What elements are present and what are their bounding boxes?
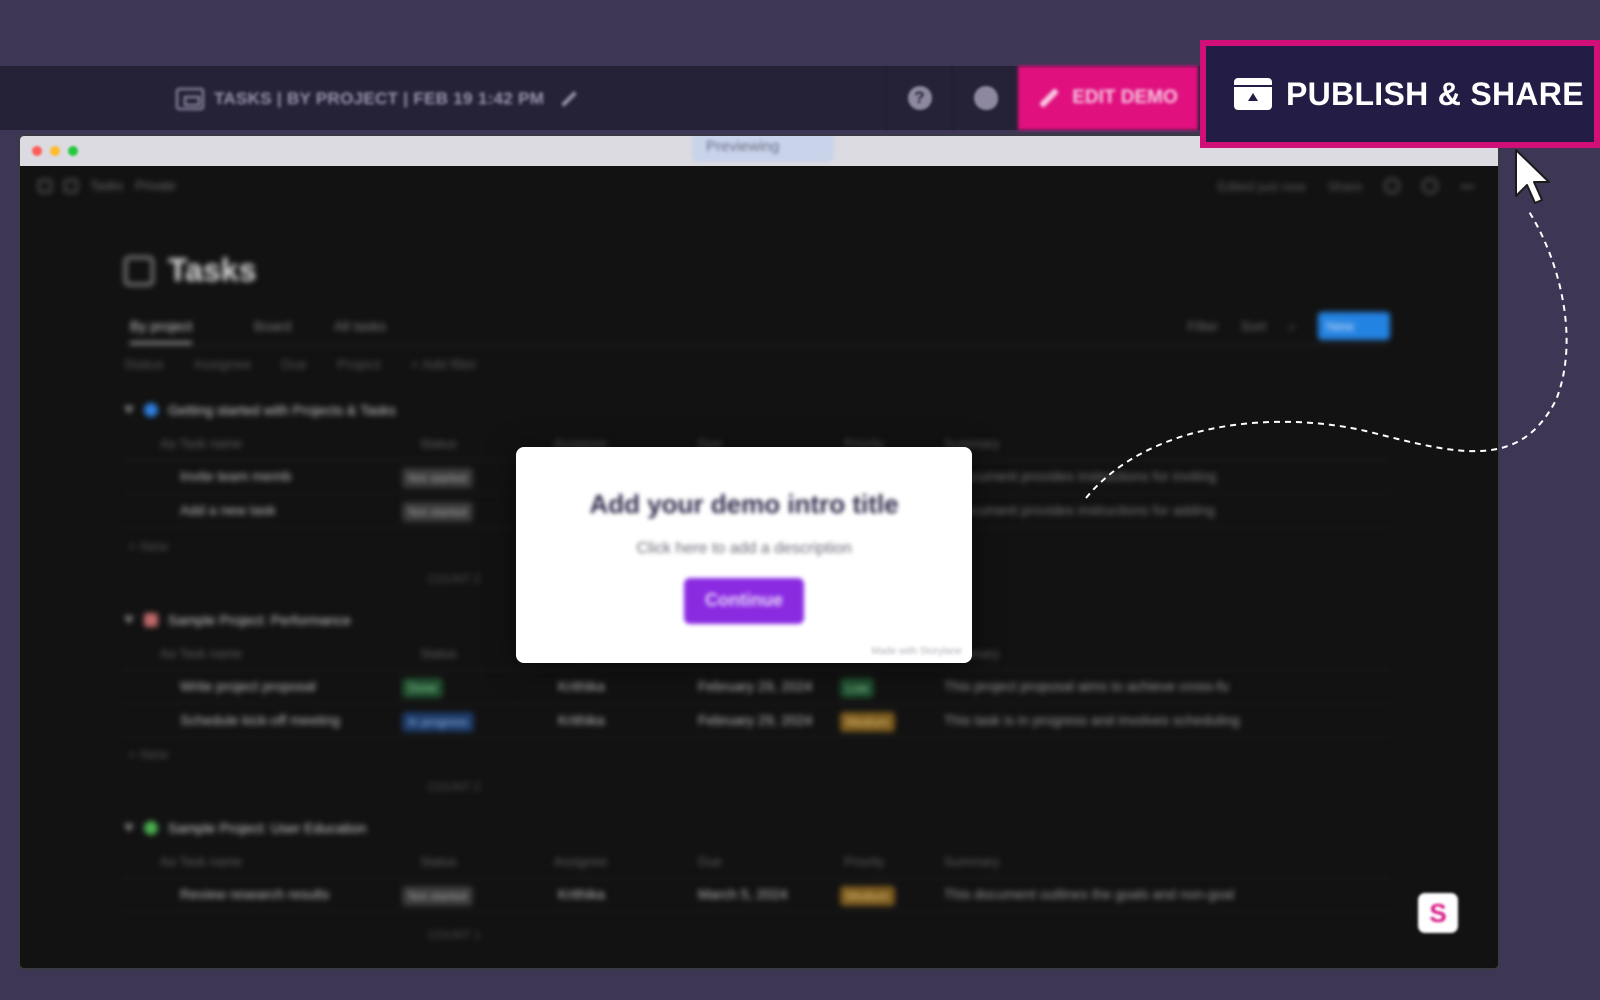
cursor-arrow-icon: [1515, 149, 1550, 204]
dashed-pointer-arrow: [1085, 209, 1568, 499]
annotation-overlay: [1085, 149, 1568, 499]
